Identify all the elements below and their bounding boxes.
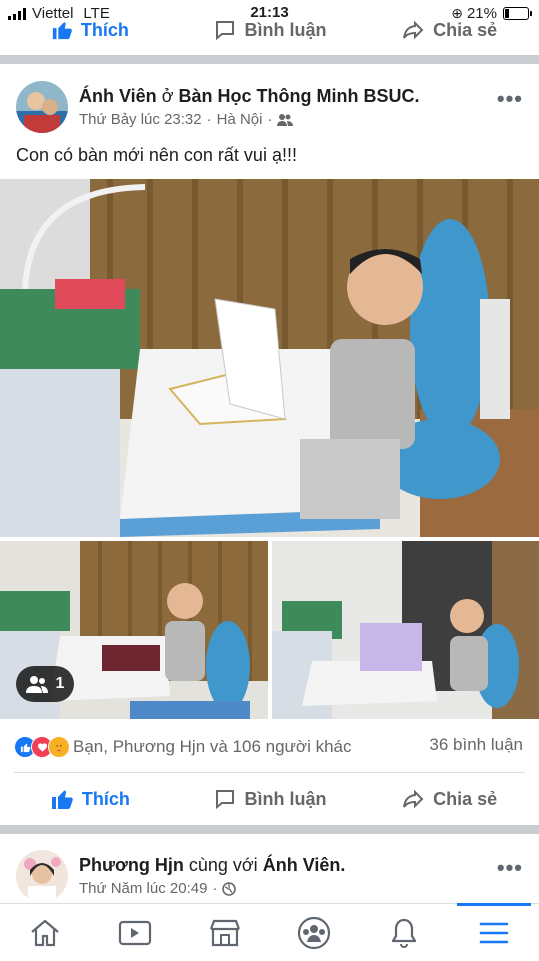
comment-button[interactable]: Bình luận (180, 776, 360, 822)
feed-separator (0, 825, 539, 834)
tagged-place[interactable]: Bàn Học Thông Minh BSUC. (179, 86, 420, 106)
post-options-button[interactable]: ••• (497, 86, 523, 112)
home-icon (31, 919, 59, 946)
next-author-avatar[interactable] (16, 850, 68, 902)
nav-watch[interactable] (90, 904, 180, 961)
public-icon (222, 881, 237, 896)
nav-menu[interactable] (449, 903, 539, 961)
previous-post-actions: Thích Bình luận Chia sẻ (0, 8, 539, 52)
post-timestamp[interactable]: Thứ Bảy lúc 23:32 (79, 111, 202, 128)
share-button[interactable]: Chia sẻ (359, 776, 539, 822)
like-icon (51, 790, 73, 809)
main-photo[interactable] (0, 179, 539, 537)
nav-marketplace[interactable] (180, 904, 270, 961)
location-connector: ở (161, 86, 174, 106)
share-icon (403, 789, 424, 809)
comment-icon (215, 21, 234, 41)
post-header-title: Ánh Viên ở Bàn Học Thông Minh BSUC. (79, 86, 420, 107)
like-button[interactable]: Thích (0, 8, 180, 52)
post-location: Hà Nội (216, 111, 263, 128)
next-post-header-title: Phương Hjn cùng với Ánh Viên. (79, 855, 345, 876)
care-icon (48, 736, 70, 758)
share-icon (403, 20, 424, 40)
next-post-timestamp[interactable]: Thứ Năm lúc 20:49 (79, 880, 207, 897)
menu-icon (479, 922, 509, 943)
with-connector: cùng với (188, 855, 258, 875)
reactions-summary[interactable]: Bạn, Phương Hjn và 106 người khác (14, 734, 352, 760)
comment-icon (215, 790, 234, 810)
post-text: Con có bàn mới nên con rất vui ạ!!! (16, 145, 297, 165)
like-button[interactable]: Thích (0, 776, 180, 822)
bottom-navigation (0, 903, 539, 961)
friends-icon (277, 113, 294, 126)
comments-count[interactable]: 36 bình luận (429, 735, 523, 755)
feed-separator (0, 55, 539, 64)
reactions-text: Bạn, Phương Hjn và 106 người khác (73, 737, 352, 756)
nav-notifications[interactable] (359, 904, 449, 961)
next-author-name[interactable]: Phương Hjn (79, 855, 184, 875)
next-post-options-button[interactable]: ••• (497, 855, 523, 881)
share-button[interactable]: Chia sẻ (359, 8, 539, 52)
more-photos-count: 1 (55, 675, 65, 692)
reaction-icons (14, 736, 70, 758)
more-photos-badge[interactable]: 1 (16, 666, 74, 702)
nav-groups[interactable] (269, 904, 359, 961)
notifications-icon (392, 918, 417, 948)
groups-icon (298, 916, 331, 949)
people-icon (25, 676, 48, 693)
actions-divider (14, 772, 525, 773)
author-avatar[interactable] (16, 81, 68, 133)
post-actions: Thích Bình luận Chia sẻ (0, 776, 539, 822)
next-post-meta: Thứ Năm lúc 20:49 · (79, 880, 237, 897)
author-name[interactable]: Ánh Viên (79, 86, 157, 106)
marketplace-icon (209, 919, 240, 946)
watch-icon (118, 920, 151, 945)
secondary-photo-2[interactable] (272, 541, 539, 719)
comment-button[interactable]: Bình luận (180, 8, 360, 52)
nav-home[interactable] (0, 904, 90, 961)
like-icon (52, 22, 72, 40)
post-meta: Thứ Bảy lúc 23:32 · Hà Nội · (79, 111, 294, 128)
next-tagged-person[interactable]: Ánh Viên. (263, 855, 346, 875)
